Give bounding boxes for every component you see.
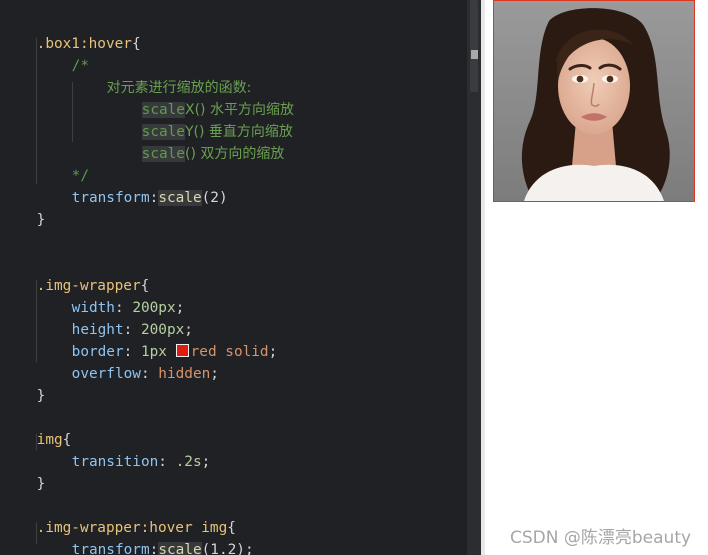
- code-line: scaleY() 垂直方向缩放: [107, 99, 293, 140]
- code-line: img{: [2, 407, 72, 448]
- brace-close: }: [36, 388, 46, 404]
- code-line: }: [2, 539, 45, 555]
- css-value: hidden: [158, 366, 211, 382]
- colon: :: [149, 190, 159, 206]
- code-line: transform:scale(1.2);: [37, 517, 254, 555]
- code-line: .img-wrapper{: [2, 253, 150, 294]
- semicolon: ;: [268, 344, 278, 360]
- portrait-photo: [494, 1, 694, 201]
- code-line: }: [2, 187, 46, 228]
- code-line: }: [2, 451, 46, 492]
- css-property: transform: [71, 542, 150, 555]
- code-line: width: 200px;: [37, 275, 185, 316]
- code-line: }: [2, 363, 46, 404]
- code-line: .box1:hover{: [2, 11, 141, 52]
- scrollbar-thumb[interactable]: [470, 0, 478, 92]
- editor-scrollbar[interactable]: [467, 0, 481, 555]
- panel-divider[interactable]: [481, 0, 485, 555]
- colon: :: [140, 366, 159, 382]
- scrollbar-marker: [471, 50, 478, 59]
- css-args: (2): [201, 190, 228, 206]
- css-property: overflow: [71, 366, 141, 382]
- semicolon: ;: [210, 366, 219, 382]
- code-line: */: [37, 143, 89, 184]
- code-editor[interactable]: .box1:hover{ /* 对元素进行缩放的函数: scaleX() 水平方…: [0, 0, 467, 555]
- colon: :: [158, 454, 176, 470]
- code-line: /*: [37, 33, 89, 74]
- code-line: .img-wrapper:hover img{: [2, 495, 236, 536]
- css-function: scale: [158, 190, 202, 206]
- code-line: height: 200px;: [37, 297, 193, 338]
- code-line: 对元素进行缩放的函数:: [72, 55, 252, 96]
- code-line: border: 1px red solid;: [37, 319, 277, 360]
- css-property: transform: [71, 190, 150, 206]
- code-line: transition: .2s;: [37, 429, 211, 470]
- code-line: scale() 双方向的缩放: [107, 121, 284, 162]
- watermark: CSDN @陈漂亮beauty: [510, 528, 692, 548]
- css-args: (1.2);: [201, 542, 254, 555]
- css-function: scale: [158, 542, 202, 555]
- comment-text: () 双方向的缩放: [184, 146, 285, 162]
- css-number: .2s: [175, 454, 202, 470]
- image-wrapper[interactable]: [493, 0, 695, 202]
- brace-close: }: [36, 476, 46, 492]
- css-property: transition: [71, 454, 159, 470]
- code-line: transform:scale(2): [37, 165, 228, 206]
- comment-highlight: scale: [141, 146, 185, 162]
- code-line: scaleX() 水平方向缩放: [107, 77, 294, 118]
- brace-open: {: [131, 36, 141, 52]
- code-line: overflow: hidden;: [37, 341, 219, 382]
- brace-close: }: [36, 212, 46, 228]
- colon: :: [149, 542, 159, 555]
- semicolon: ;: [201, 454, 211, 470]
